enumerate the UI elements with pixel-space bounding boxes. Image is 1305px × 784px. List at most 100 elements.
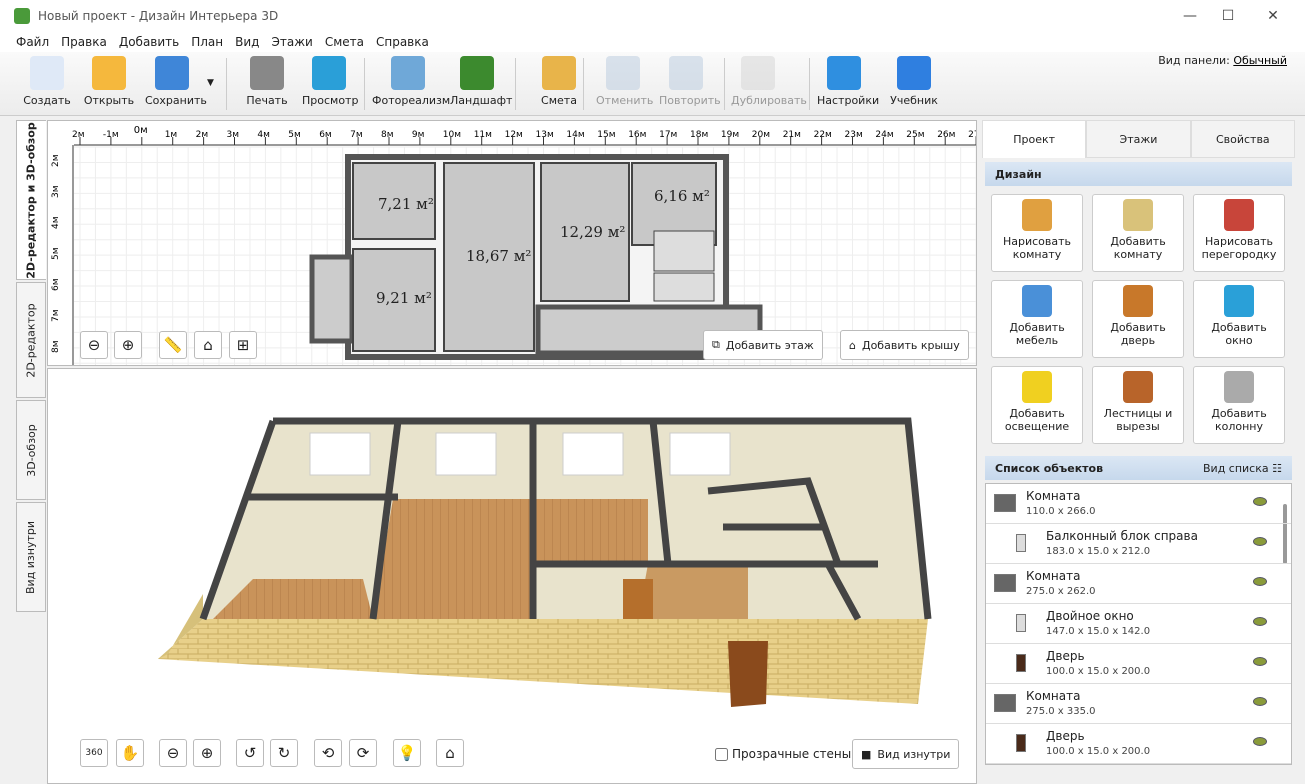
- list-item[interactable]: Двойное окно 147.0 x 15.0 x 142.0: [986, 604, 1291, 644]
- orbit-up-button[interactable]: ⟳: [349, 739, 377, 767]
- visibility-eye-icon[interactable]: [1253, 577, 1267, 586]
- add-roof-button[interactable]: ⌂ Добавить крышу: [840, 330, 969, 360]
- light-button[interactable]: 💡: [393, 739, 421, 767]
- list-item[interactable]: Дверь 100.0 x 15.0 x 200.0: [986, 644, 1291, 684]
- toolbar-new-file-button[interactable]: Создать: [20, 56, 74, 107]
- gear-icon: [827, 56, 861, 90]
- menu-item[interactable]: Файл: [16, 35, 49, 49]
- toolbar-help-button[interactable]: Учебник: [887, 56, 941, 107]
- maximize-button[interactable]: ☐: [1205, 0, 1251, 32]
- visibility-eye-icon[interactable]: [1253, 497, 1267, 506]
- toolbar-duplicate-button[interactable]: Дублировать: [731, 56, 807, 107]
- design-button-label-2: освещение: [1004, 420, 1070, 433]
- menu-item[interactable]: Справка: [376, 35, 429, 49]
- door-icon: [1016, 734, 1026, 752]
- rotate-right-button[interactable]: ↻: [270, 739, 298, 767]
- plan-2d-view[interactable]: 2м -1м 0м 1м 2м 3м 4м 5м 6м 7м 8м 9м 10м 11м 12м 13м 14м…: [47, 120, 977, 366]
- inside-view-button[interactable]: ■ Вид изнутри: [852, 739, 960, 769]
- view-tab[interactable]: 3D-обзор: [16, 400, 46, 500]
- ruler-x-label: 10м: [443, 130, 461, 140]
- design-button-label-1: Нарисовать: [1204, 235, 1274, 248]
- toolbar-monitor-button[interactable]: Просмотр: [302, 56, 358, 107]
- menu-item[interactable]: План: [191, 35, 223, 49]
- menu-item[interactable]: Вид: [235, 35, 259, 49]
- design-button-bulb[interactable]: Добавить освещение: [991, 366, 1083, 444]
- toolbar-photorealism-button[interactable]: Фотореализм: [372, 56, 450, 107]
- list-item[interactable]: Дверь 100.0 x 15.0 x 200.0: [986, 724, 1291, 764]
- object-name: Двойное окно: [1046, 609, 1134, 623]
- zoom-out-3d-button[interactable]: ⊖: [159, 739, 187, 767]
- design-button-door[interactable]: Добавить дверь: [1092, 280, 1184, 358]
- home-3d-button[interactable]: ⌂: [436, 739, 464, 767]
- zoom-in-3d-button[interactable]: ⊕: [193, 739, 221, 767]
- toolbar-redo-button[interactable]: Повторить: [659, 56, 721, 107]
- view-tab[interactable]: Вид изнутри: [16, 502, 46, 612]
- transparent-walls-input[interactable]: [715, 747, 728, 761]
- new-file-icon: [30, 56, 64, 90]
- toolbar-separator: [724, 58, 725, 110]
- list-item[interactable]: Комната 275.0 x 262.0: [986, 564, 1291, 604]
- visibility-eye-icon[interactable]: [1253, 537, 1267, 546]
- window-1: [309, 432, 371, 476]
- panel-mode-link[interactable]: Обычный: [1233, 54, 1287, 67]
- list-item[interactable]: Комната 275.0 x 335.0: [986, 684, 1291, 724]
- zoom-out-button[interactable]: ⊖: [80, 331, 108, 359]
- tree-icon: [460, 56, 494, 90]
- tab-project[interactable]: Проект: [982, 120, 1087, 158]
- tab-properties[interactable]: Свойства: [1190, 120, 1295, 158]
- toolbar-undo-button[interactable]: Отменить: [596, 56, 653, 107]
- tab-floors[interactable]: Этажи: [1086, 120, 1191, 158]
- list-view-button[interactable]: Вид списка ☷: [1203, 462, 1282, 475]
- design-button-stairs[interactable]: Лестницы и вырезы: [1092, 366, 1184, 444]
- design-button-column[interactable]: Добавить колонну: [1193, 366, 1285, 444]
- 3d-scene[interactable]: [48, 369, 977, 784]
- room-area-label: 9,21 м²: [376, 289, 432, 307]
- toolbar-printer-button[interactable]: Печать: [240, 56, 294, 107]
- front-wall: [158, 619, 928, 704]
- close-button[interactable]: ✕: [1250, 0, 1296, 32]
- toolbar-tree-button[interactable]: Ландшафт: [450, 56, 512, 107]
- ruler-button[interactable]: 📏: [159, 331, 187, 359]
- zoom-in-button[interactable]: ⊕: [114, 331, 142, 359]
- design-button-armchair[interactable]: Добавить мебель: [991, 280, 1083, 358]
- design-button-label-1: Лестницы и: [1103, 407, 1173, 420]
- add-floor-button[interactable]: ⧉ Добавить этаж: [703, 330, 823, 360]
- visibility-eye-icon[interactable]: [1253, 657, 1267, 666]
- menu-item[interactable]: Смета: [325, 35, 364, 49]
- list-item[interactable]: Балконный блок справа 183.0 x 15.0 x 212.…: [986, 524, 1291, 564]
- rotate-left-button[interactable]: ↺: [236, 739, 264, 767]
- transparent-walls-checkbox[interactable]: Прозрачные стены: [715, 747, 851, 761]
- menu-item[interactable]: Правка: [61, 35, 107, 49]
- design-button-brick-wall[interactable]: Нарисовать перегородку: [1193, 194, 1285, 272]
- pan-hand-button[interactable]: ✋: [116, 739, 144, 767]
- visibility-eye-icon[interactable]: [1253, 697, 1267, 706]
- toolbar-save-button[interactable]: Сохранить: [145, 56, 207, 107]
- view-tab[interactable]: 2D-редактор и 3D-обзор: [16, 120, 46, 280]
- visibility-eye-icon[interactable]: [1253, 617, 1267, 626]
- home-button[interactable]: ⌂: [194, 331, 222, 359]
- object-name: Комната: [1026, 489, 1081, 503]
- design-button-label-1: Добавить: [1009, 407, 1065, 420]
- ruler-x-label: 18м: [690, 130, 708, 140]
- list-item[interactable]: Комната 110.0 x 266.0: [986, 484, 1291, 524]
- toolbar-label: Открыть: [83, 94, 135, 107]
- rotate-360-button[interactable]: 360: [80, 739, 108, 767]
- ruler-x-label: 0м: [134, 125, 148, 136]
- ruler-y-label: 7м: [51, 309, 61, 322]
- view-tab[interactable]: 2D-редактор: [16, 282, 46, 398]
- orbit-down-button[interactable]: ⟲: [314, 739, 342, 767]
- toolbar-notebook-button[interactable]: Смета: [532, 56, 586, 107]
- design-button-window[interactable]: Добавить окно: [1193, 280, 1285, 358]
- ruler-x-label: 13м: [536, 130, 554, 140]
- floor-plan-canvas[interactable]: 2м -1м 0м 1м 2м 3м 4м 5м 6м 7м 8м 9м 10м 11м 12м 13м 14м…: [48, 121, 977, 366]
- toolbar-folder-button[interactable]: Открыть: [82, 56, 136, 107]
- menu-item[interactable]: Этажи: [271, 35, 312, 49]
- design-button-draw-room[interactable]: Нарисовать комнату: [991, 194, 1083, 272]
- view-3d[interactable]: 360 ✋ ⊖ ⊕ ↺ ↻ ⟲ ⟳ 💡 ⌂ Прозрачные стены ■…: [47, 368, 977, 784]
- visibility-eye-icon[interactable]: [1253, 737, 1267, 746]
- fit-button[interactable]: ⊞: [229, 331, 257, 359]
- menu-item[interactable]: Добавить: [119, 35, 179, 49]
- save-dropdown-arrow[interactable]: ▼: [207, 78, 214, 88]
- design-button-add-room[interactable]: Добавить комнату: [1092, 194, 1184, 272]
- toolbar-gear-button[interactable]: Настройки: [817, 56, 879, 107]
